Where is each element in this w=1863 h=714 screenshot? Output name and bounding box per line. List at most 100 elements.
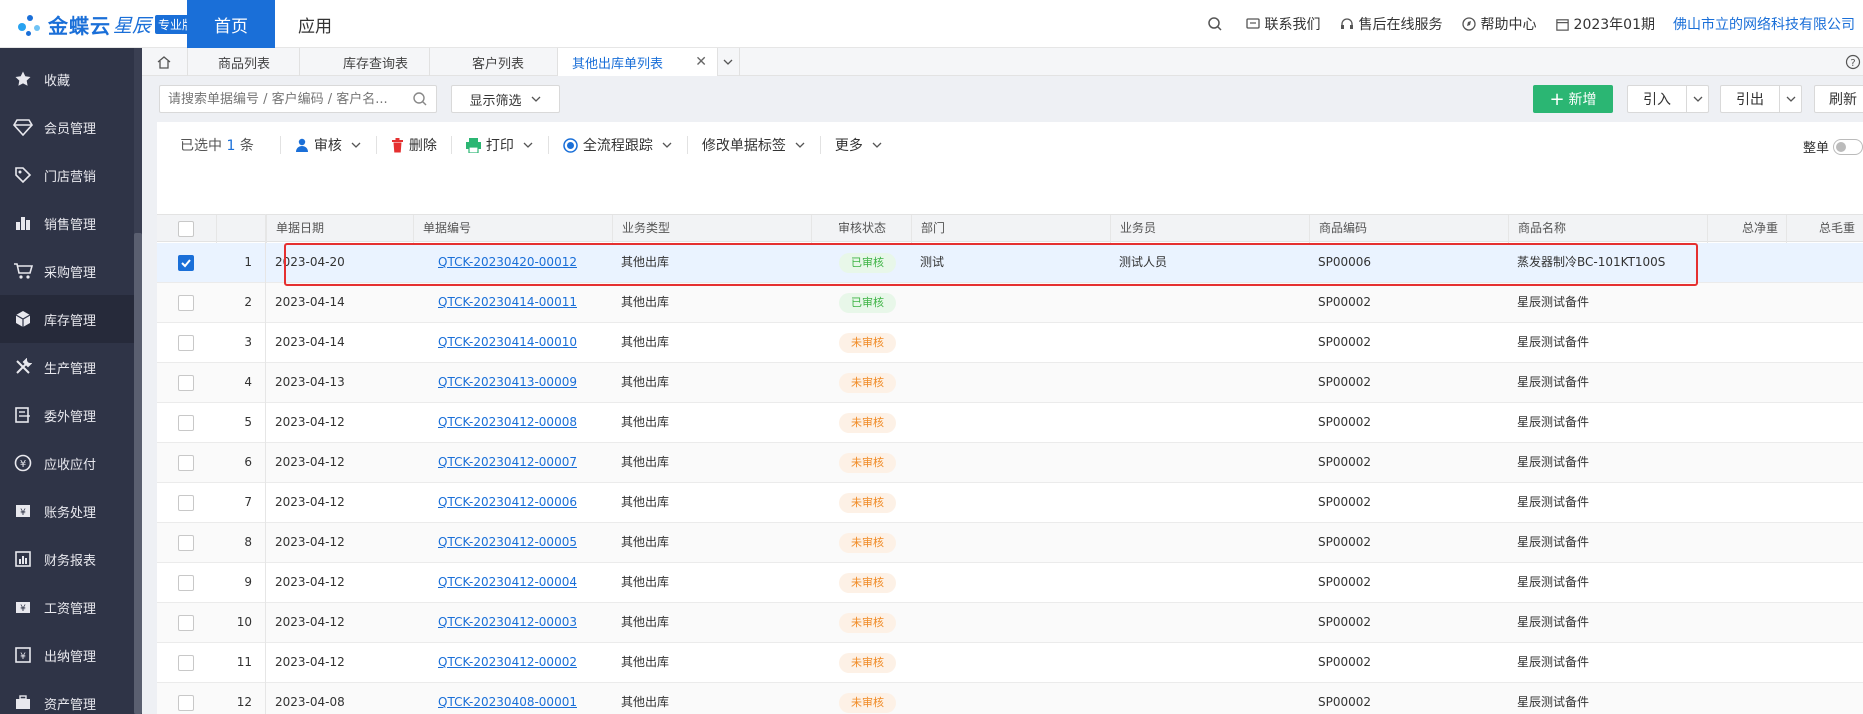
doc-no-link[interactable]: QTCK-20230412-00004 <box>438 575 577 589</box>
import-button[interactable]: 引入 <box>1627 85 1709 113</box>
select-all-checkbox[interactable] <box>178 221 194 237</box>
audit-button[interactable]: 审核 <box>281 135 376 155</box>
row-checkbox[interactable] <box>178 655 194 671</box>
chevron-down-icon[interactable] <box>1686 86 1708 112</box>
table-row[interactable]: 12 2023-04-08 QTCK-20230408-00001 其他出库 未审核 SP… <box>157 683 1863 714</box>
doc-no-link[interactable]: QTCK-20230412-00007 <box>438 455 577 469</box>
sidebar-item-sales[interactable]: 销售管理 <box>0 199 134 247</box>
sidebar-item-store-marketing[interactable]: 门店营销 <box>0 151 134 199</box>
table-row[interactable]: 10 2023-04-12 QTCK-20230412-00003 其他出库 未审核 SP… <box>157 603 1863 643</box>
col-header-net-weight[interactable]: 总净重 <box>1707 215 1786 243</box>
doc-no-link[interactable]: QTCK-20230408-00001 <box>438 695 577 709</box>
sidebar-scrollbar[interactable] <box>134 48 142 714</box>
row-checkbox[interactable] <box>178 375 194 391</box>
row-checkbox[interactable] <box>178 255 194 271</box>
doc-no-link[interactable]: QTCK-20230412-00002 <box>438 655 577 669</box>
doc-no-link[interactable]: QTCK-20230412-00003 <box>438 615 577 629</box>
sidebar-item-accounting[interactable]: ¥ 账务处理 <box>0 487 134 535</box>
table-row[interactable]: 11 2023-04-12 QTCK-20230412-00002 其他出库 未审核 SP… <box>157 643 1863 683</box>
sidebar-item-inventory[interactable]: 库存管理 <box>0 295 134 343</box>
chevron-down-icon[interactable] <box>1779 86 1801 112</box>
help-link[interactable]: 帮助中心 <box>1461 14 1537 34</box>
tab-product-list[interactable]: 商品列表 <box>188 48 300 76</box>
toggle-switch[interactable] <box>1833 138 1863 155</box>
table-row[interactable]: 5 2023-04-12 QTCK-20230412-00008 其他出库 未审核 SP0… <box>157 403 1863 443</box>
doc-no-link[interactable]: QTCK-20230420-00012 <box>438 255 577 269</box>
table-row[interactable]: 8 2023-04-12 QTCK-20230412-00005 其他出库 未审核 SP0… <box>157 523 1863 563</box>
table-row[interactable]: 4 2023-04-13 QTCK-20230413-00009 其他出库 未审核 SP0… <box>157 363 1863 403</box>
cell-audit-status: 未审核 <box>811 443 911 482</box>
doc-no-link[interactable]: QTCK-20230412-00005 <box>438 535 577 549</box>
row-checkbox[interactable] <box>178 455 194 471</box>
sidebar-item-favorites[interactable]: 收藏 <box>0 55 134 103</box>
table-row[interactable]: 3 2023-04-14 QTCK-20230414-00010 其他出库 未审核 SP0… <box>157 323 1863 363</box>
app-logo[interactable]: 金蝶云 星辰 专业版 <box>14 8 198 40</box>
help-icon[interactable]: ? <box>1845 54 1861 74</box>
doc-no-link[interactable]: QTCK-20230414-00011 <box>438 295 577 309</box>
tab-customer-list[interactable]: 客户列表 <box>430 48 558 76</box>
sidebar-item-members[interactable]: 会员管理 <box>0 103 134 151</box>
period-selector[interactable]: 2023年01期 <box>1555 14 1655 34</box>
sidebar-item-outsource[interactable]: 委外管理 <box>0 391 134 439</box>
sidebar-item-assets[interactable]: 资产管理 <box>0 679 134 714</box>
table-row[interactable]: 2 2023-04-14 QTCK-20230414-00011 其他出库 已审核 SP0… <box>157 283 1863 323</box>
doc-no-link[interactable]: QTCK-20230414-00010 <box>438 335 577 349</box>
table-row[interactable]: 6 2023-04-12 QTCK-20230412-00007 其他出库 未审核 SP0… <box>157 443 1863 483</box>
row-checkbox[interactable] <box>178 575 194 591</box>
tab-other-outbound-list[interactable]: 其他出库单列表 ✕ <box>558 48 718 76</box>
doc-no-link[interactable]: QTCK-20230412-00006 <box>438 495 577 509</box>
tab-more-dropdown[interactable] <box>718 48 740 76</box>
table-row[interactable]: 9 2023-04-12 QTCK-20230412-00004 其他出库 未审核 SP0… <box>157 563 1863 603</box>
export-button[interactable]: 引出 <box>1720 85 1802 113</box>
search-button[interactable] <box>1207 16 1227 32</box>
tab-inventory-query[interactable]: 库存查询表 <box>300 48 430 76</box>
col-header-date[interactable]: 单据日期 <box>266 215 413 243</box>
row-checkbox[interactable] <box>178 295 194 311</box>
row-checkbox[interactable] <box>178 695 194 711</box>
col-header-department[interactable]: 部门 <box>911 215 1110 243</box>
sidebar-item-payroll[interactable]: ¥ 工资管理 <box>0 583 134 631</box>
close-icon[interactable]: ✕ <box>695 54 707 70</box>
col-header-doc-no[interactable]: 单据编号 <box>413 215 612 243</box>
row-checkbox[interactable] <box>178 535 194 551</box>
nav-apps[interactable]: 应用 <box>275 0 355 48</box>
table-row[interactable]: 7 2023-04-12 QTCK-20230412-00006 其他出库 未审核 SP0… <box>157 483 1863 523</box>
sidebar-item-purchase[interactable]: 采购管理 <box>0 247 134 295</box>
tab-home[interactable] <box>142 48 188 76</box>
col-header-product-code[interactable]: 商品编码 <box>1309 215 1508 243</box>
col-header-staff[interactable]: 业务员 <box>1110 215 1309 243</box>
search-box[interactable] <box>159 85 437 113</box>
table-row[interactable]: 1 2023-04-20 QTCK-20230420-00012 其他出库 已审核 测试 测… <box>157 243 1863 283</box>
delete-button[interactable]: 删除 <box>377 135 451 155</box>
company-name[interactable]: 佛山市立的网络科技有限公司 <box>1673 14 1855 34</box>
refresh-button[interactable]: 刷新 <box>1814 85 1863 113</box>
contact-link[interactable]: 联系我们 <box>1245 14 1321 34</box>
nav-home[interactable]: 首页 <box>187 0 275 48</box>
row-checkbox[interactable] <box>178 495 194 511</box>
doc-no-link[interactable]: QTCK-20230413-00009 <box>438 375 577 389</box>
col-header-biz-type[interactable]: 业务类型 <box>612 215 811 243</box>
cell-date: 2023-04-12 <box>275 655 345 669</box>
support-link[interactable]: 售后在线服务 <box>1339 14 1443 34</box>
row-checkbox[interactable] <box>178 335 194 351</box>
row-checkbox[interactable] <box>178 615 194 631</box>
sidebar-scrollbar-thumb[interactable] <box>134 233 142 714</box>
add-new-button[interactable]: + 新增 <box>1533 85 1613 113</box>
doc-no-link[interactable]: QTCK-20230412-00008 <box>438 415 577 429</box>
sidebar-item-cashier[interactable]: ¥ 出纳管理 <box>0 631 134 679</box>
sidebar-item-receivable-payable[interactable]: ¥ 应收应付 <box>0 439 134 487</box>
whole-order-switch[interactable]: 整单 <box>1803 137 1863 156</box>
col-header-audit-status[interactable]: 审核状态 <box>811 215 911 243</box>
cell-product-code: SP00002 <box>1318 695 1372 709</box>
row-checkbox[interactable] <box>178 415 194 431</box>
trace-button[interactable]: 全流程跟踪 <box>549 135 687 155</box>
print-button[interactable]: 打印 <box>452 135 548 155</box>
show-filter-button[interactable]: 显示筛选 <box>451 85 560 113</box>
col-header-product-name[interactable]: 商品名称 <box>1508 215 1707 243</box>
sidebar-item-financial-reports[interactable]: 财务报表 <box>0 535 134 583</box>
col-header-gross-weight[interactable]: 总毛重 <box>1786 215 1863 243</box>
more-button[interactable]: 更多 <box>821 135 897 155</box>
sidebar-item-production[interactable]: 生产管理 <box>0 343 134 391</box>
search-input[interactable] <box>160 86 400 112</box>
modify-tag-button[interactable]: 修改单据标签 <box>688 135 820 155</box>
